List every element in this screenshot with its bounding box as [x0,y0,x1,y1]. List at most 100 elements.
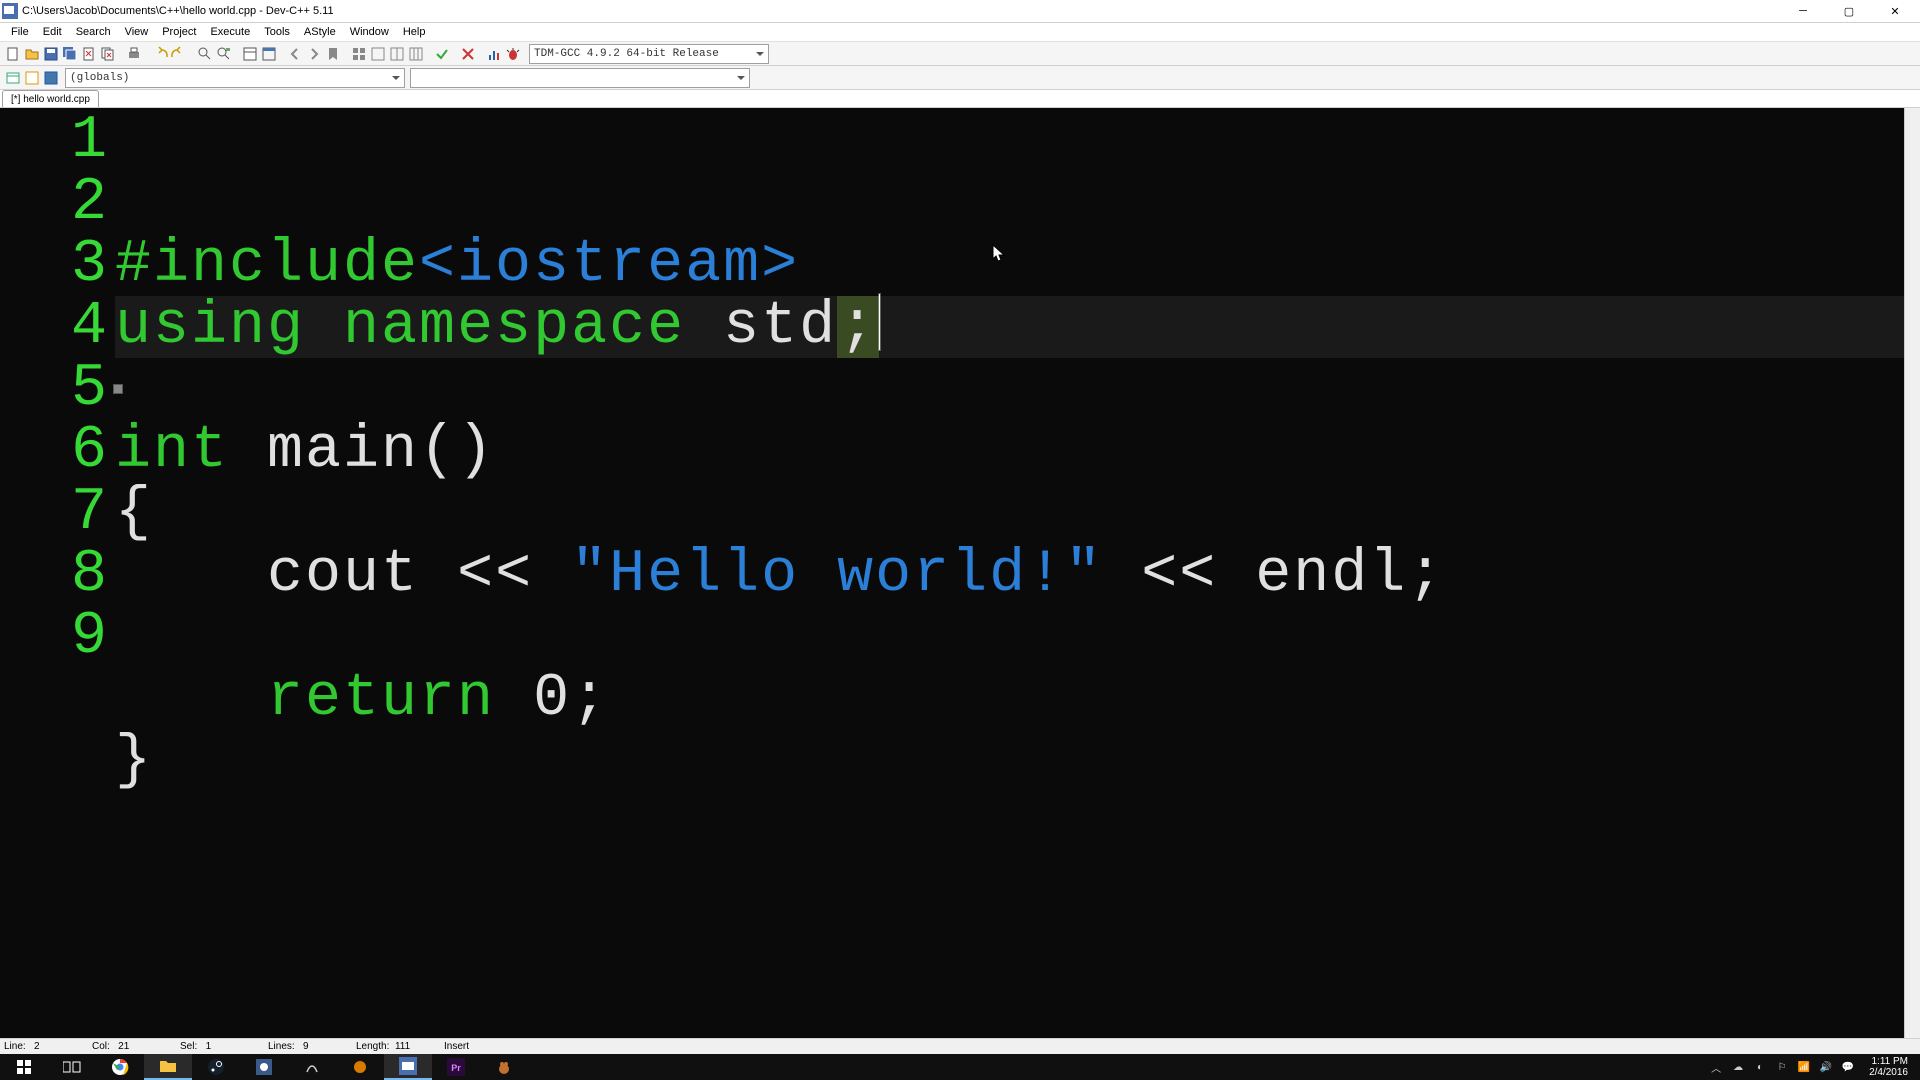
menu-search[interactable]: Search [69,25,118,39]
secondary-toolbar: (globals) [0,66,1920,90]
code-line[interactable]: return 0; [115,668,1904,730]
menu-astyle[interactable]: AStyle [297,25,343,39]
status-sel: Sel: 1 [180,1041,240,1052]
task-view-icon[interactable] [48,1054,96,1080]
replace-icon[interactable] [215,45,233,63]
status-bar: Line: 2 Col: 21 Sel: 1 Lines: 9 Length: … [0,1038,1920,1054]
taskbar-app3-icon[interactable] [336,1054,384,1080]
project-panel-icon[interactable] [4,69,22,87]
tray-cloud-icon[interactable]: ☁ [1731,1060,1745,1074]
line-number: 2 [0,172,109,234]
window-title: C:\Users\Jacob\Documents\C++\hello world… [22,5,1780,17]
taskbar-premiere-icon[interactable]: Pr [432,1054,480,1080]
menu-bar: File Edit Search View Project Execute To… [0,23,1920,42]
title-bar: C:\Users\Jacob\Documents\C++\hello world… [0,0,1920,23]
status-length: Length: 111 [356,1041,416,1052]
clock-date: 2/4/2016 [1869,1067,1908,1078]
svg-text:Pr: Pr [451,1063,461,1073]
vertical-scrollbar[interactable] [1904,108,1920,1038]
class-panel-icon[interactable] [23,69,41,87]
status-col: Col: 21 [92,1041,152,1052]
taskbar-chrome-icon[interactable] [96,1054,144,1080]
menu-execute[interactable]: Execute [203,25,257,39]
code-line[interactable]: { [115,482,1904,544]
run-cancel-icon[interactable] [459,45,477,63]
taskbar-devcpp-icon[interactable] [384,1054,432,1080]
grid-4-icon[interactable] [350,45,368,63]
nav-back-icon[interactable] [286,45,304,63]
status-mode: Insert [444,1041,504,1052]
taskbar-clock[interactable]: 1:11 PM 2/4/2016 [1863,1056,1914,1078]
tab-label: [*] hello world.cpp [11,94,90,105]
menu-edit[interactable]: Edit [36,25,69,39]
menu-file[interactable]: File [4,25,36,39]
code-editor[interactable]: 123456789 #include<iostream>using namesp… [0,108,1904,1038]
member-select[interactable] [410,68,750,88]
tray-volume-icon[interactable]: 🔊 [1819,1060,1833,1074]
line-number: 1 [0,110,109,172]
minimize-button[interactable]: ─ [1780,0,1826,23]
start-button[interactable] [0,1054,48,1080]
clock-time: 1:11 PM [1869,1056,1908,1067]
close-file-icon[interactable] [80,45,98,63]
line-number: 5 [0,358,109,420]
main-toolbar: TDM-GCC 4.9.2 64-bit Release [0,42,1920,66]
tray-network-icon[interactable]: 📶 [1797,1060,1811,1074]
profiling-icon[interactable] [485,45,503,63]
menu-view[interactable]: View [118,25,156,39]
text-caret [879,294,880,350]
redo-icon[interactable] [170,45,188,63]
system-tray[interactable]: ︿ ☁ ◐ ⚐ 📶 🔊 💬 1:11 PM 2/4/2016 [1709,1056,1920,1078]
line-number: 7 [0,482,109,544]
taskbar-app4-icon[interactable] [480,1054,528,1080]
compiler-select[interactable]: TDM-GCC 4.9.2 64-bit Release [529,44,769,64]
code-line[interactable]: int main() [115,420,1904,482]
debug-panel-icon[interactable] [42,69,60,87]
line-number: 6 [0,420,109,482]
print-icon[interactable] [125,45,143,63]
code-line[interactable]: #include<iostream> [115,234,1904,296]
save-all-icon[interactable] [61,45,79,63]
menu-help[interactable]: Help [396,25,433,39]
code-line[interactable] [115,358,1904,420]
tray-shield-icon[interactable]: ⚐ [1775,1060,1789,1074]
fullscreen-icon[interactable] [260,45,278,63]
taskbar-explorer-icon[interactable] [144,1054,192,1080]
panel-3-icon[interactable] [407,45,425,63]
close-all-icon[interactable] [99,45,117,63]
find-in-files-icon[interactable] [241,45,259,63]
save-icon[interactable] [42,45,60,63]
tray-chevron-icon[interactable]: ︿ [1709,1060,1723,1074]
menu-project[interactable]: Project [155,25,203,39]
code-line[interactable]: } [115,730,1904,792]
nav-fwd-icon[interactable] [305,45,323,63]
document-tabs: [*] hello world.cpp [0,90,1920,108]
undo-icon[interactable] [151,45,169,63]
code-line[interactable]: using namespace std; [115,296,1904,358]
taskbar-steam-icon[interactable] [192,1054,240,1080]
bookmark-icon[interactable] [324,45,342,63]
menu-window[interactable]: Window [343,25,396,39]
panel-2-icon[interactable] [388,45,406,63]
debug-icon[interactable] [504,45,522,63]
new-file-icon[interactable] [4,45,22,63]
tray-steam-icon[interactable]: ◐ [1753,1060,1767,1074]
tab-hello-world[interactable]: [*] hello world.cpp [2,90,99,107]
find-icon[interactable] [196,45,214,63]
panel-1-icon[interactable] [369,45,387,63]
app-icon [2,3,18,19]
code-line[interactable]: cout << "Hello world!" << endl; [115,544,1904,606]
line-number: 4 [0,296,109,358]
open-icon[interactable] [23,45,41,63]
menu-tools[interactable]: Tools [257,25,297,39]
maximize-button[interactable]: ▢ [1826,0,1872,23]
line-number: 9 [0,606,109,668]
tray-notify-icon[interactable]: 💬 [1841,1060,1855,1074]
code-area[interactable]: #include<iostream>using namespace std; in… [115,108,1904,1038]
scope-select[interactable]: (globals) [65,68,405,88]
taskbar-app2-icon[interactable] [288,1054,336,1080]
compile-icon[interactable] [433,45,451,63]
code-line[interactable] [115,606,1904,668]
close-button[interactable]: ✕ [1872,0,1918,23]
taskbar-app1-icon[interactable] [240,1054,288,1080]
